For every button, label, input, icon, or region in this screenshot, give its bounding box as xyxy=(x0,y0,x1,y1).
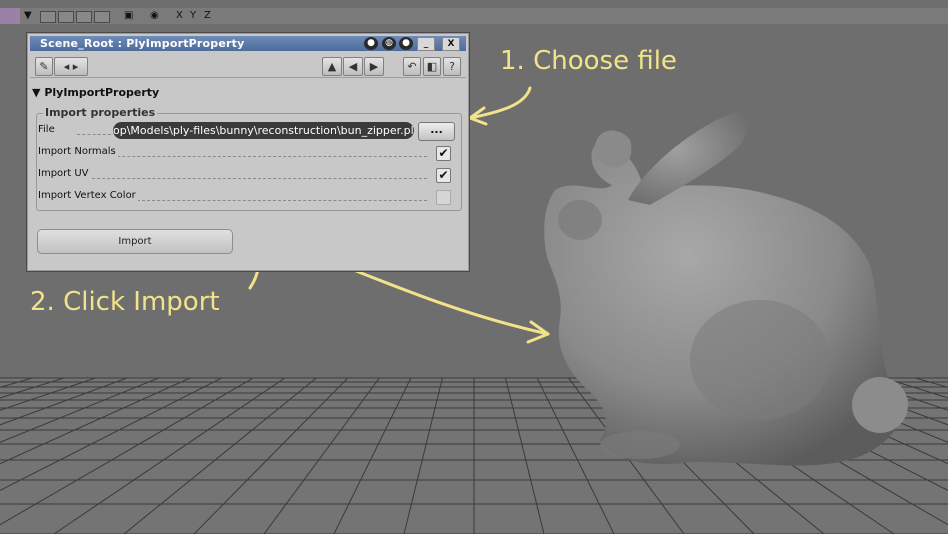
normals-label: Import Normals xyxy=(38,143,118,161)
section-title: PlyImportProperty xyxy=(44,86,160,99)
scene-icon[interactable]: ● xyxy=(364,37,378,50)
leader-dots xyxy=(77,134,111,135)
toolbar-color-swatch xyxy=(0,8,20,24)
annotation-step2: 2. Click Import xyxy=(30,287,220,317)
dialog-titlebar[interactable]: Scene_Root : PlyImportProperty ● ◍ ● _ X xyxy=(30,36,466,51)
lock-icon[interactable]: ● xyxy=(399,37,413,50)
file-path-field[interactable]: op\Models\ply-files\bunny\reconstruction… xyxy=(113,122,414,139)
uv-label: Import UV xyxy=(38,165,91,183)
nav-arrows-icon[interactable]: ◂ ▸ xyxy=(54,57,88,76)
group-label: Import properties xyxy=(43,106,158,119)
vertex-color-label: Import Vertex Color xyxy=(38,187,138,205)
browse-button[interactable]: ... xyxy=(418,122,455,141)
globe-icon[interactable]: ◍ xyxy=(382,37,396,50)
vertex-color-checkbox[interactable] xyxy=(436,190,451,205)
left-arrow-icon[interactable]: ◀ xyxy=(343,57,363,76)
annotation-step1: 1. Choose file xyxy=(500,46,677,76)
axis-x[interactable]: X xyxy=(176,8,183,24)
minimize-button[interactable]: _ xyxy=(417,37,435,51)
eye-icon[interactable]: ◉ xyxy=(150,8,159,24)
close-button[interactable]: X xyxy=(442,37,460,51)
toolbar-slot[interactable] xyxy=(58,11,74,23)
collapse-icon[interactable]: ▼ xyxy=(32,86,40,99)
toolbar-slot[interactable] xyxy=(76,11,92,23)
right-arrow-icon[interactable]: ▶ xyxy=(364,57,384,76)
preset-icon[interactable]: ◧ xyxy=(423,57,441,76)
dialog-title: Scene_Root : PlyImportProperty xyxy=(40,37,245,50)
toolbar-slot[interactable] xyxy=(40,11,56,23)
import-button[interactable]: Import xyxy=(37,229,233,254)
leader-dots xyxy=(77,178,427,179)
ply-import-dialog: Scene_Root : PlyImportProperty ● ◍ ● _ X… xyxy=(26,32,470,272)
section-header[interactable]: ▼ PlyImportProperty xyxy=(32,86,159,99)
uv-checkbox[interactable]: ✔ xyxy=(436,168,451,183)
viewport-toolbar: ▼ ▣ ◉ X Y Z xyxy=(0,8,948,24)
undo-icon[interactable]: ↶ xyxy=(403,57,421,76)
chevron-down-icon[interactable]: ▼ xyxy=(24,8,32,24)
leader-dots xyxy=(137,200,427,201)
normals-checkbox[interactable]: ✔ xyxy=(436,146,451,161)
dialog-toolbar: ✎ ◂ ▸ ▲ ◀ ▶ ↶ ◧ ? xyxy=(30,55,466,78)
camera-icon[interactable]: ▣ xyxy=(124,8,133,24)
leader-dots xyxy=(77,156,427,157)
axis-y[interactable]: Y xyxy=(190,8,196,24)
wrench-icon[interactable]: ✎ xyxy=(35,57,53,76)
up-arrow-icon[interactable]: ▲ xyxy=(322,57,342,76)
toolbar-slot[interactable] xyxy=(94,11,110,23)
axis-z[interactable]: Z xyxy=(204,8,211,24)
help-button[interactable]: ? xyxy=(443,57,461,76)
file-label: File xyxy=(38,121,57,139)
